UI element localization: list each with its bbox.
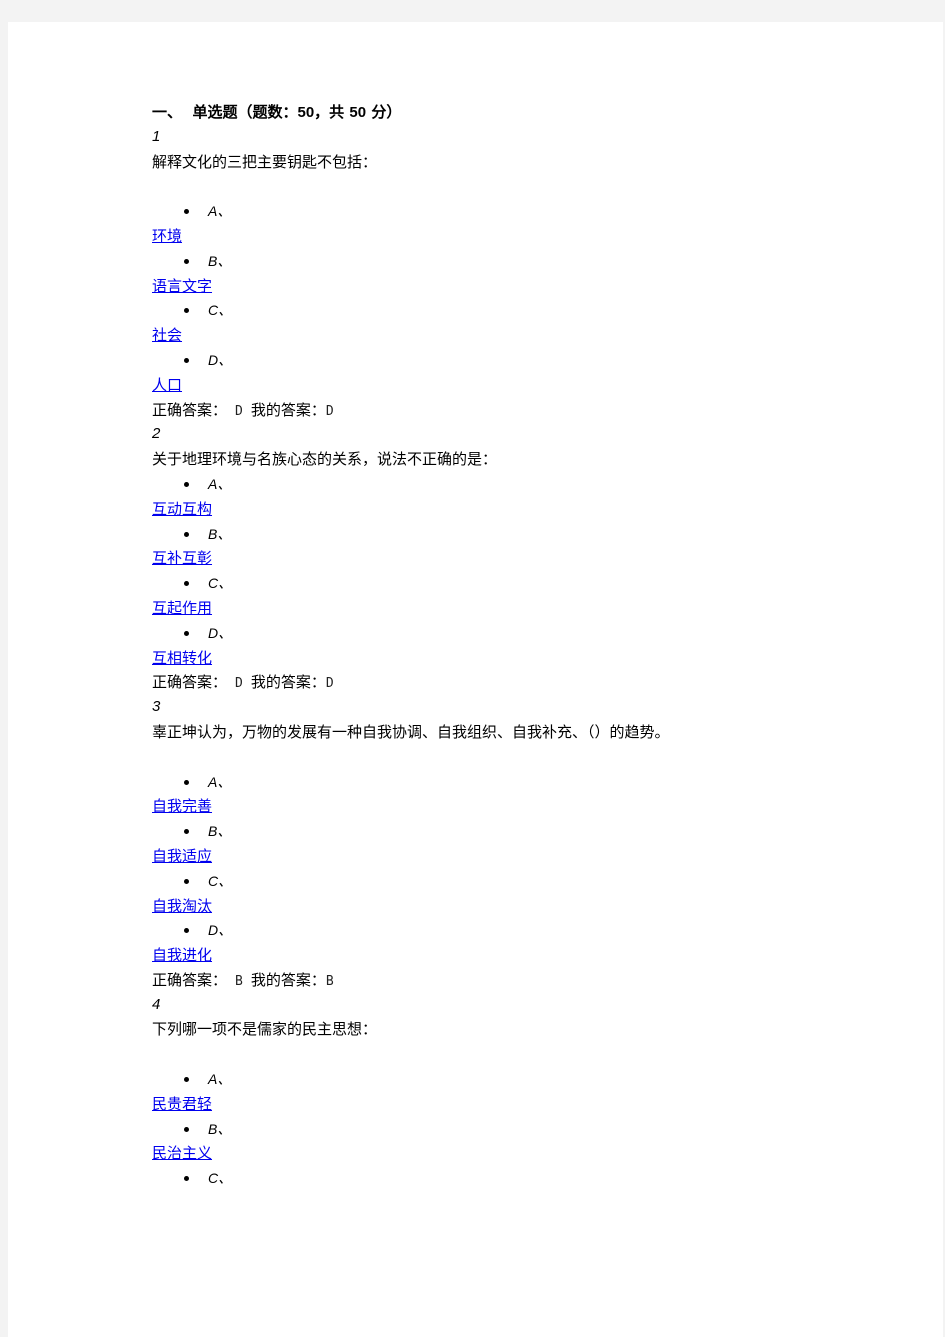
option-d-link[interactable]: 人口 <box>152 376 182 394</box>
option-a: 民贵君轻 <box>152 1092 912 1117</box>
option-bullet-c: C、 <box>152 571 912 596</box>
bullet-icon <box>184 308 189 314</box>
option-d-link[interactable]: 互相转化 <box>152 649 212 667</box>
option-b: 民治主义 <box>152 1141 912 1166</box>
bullet-icon <box>184 1077 189 1083</box>
document-page: 一、 单选题（题数：50，共 50 分） 1 解释文化的三把主要钥匙不包括： A… <box>8 22 943 1337</box>
option-bullet-d: D、 <box>152 348 912 373</box>
option-c: 互起作用 <box>152 596 912 621</box>
option-b: 互补互彰 <box>152 546 912 571</box>
option-bullet-d: D、 <box>152 918 912 943</box>
my-answer: D <box>325 403 334 419</box>
question-number: 3 <box>152 698 161 716</box>
bullet-icon <box>184 1126 189 1132</box>
section-prefix: 一、 <box>152 103 183 121</box>
option-d-link[interactable]: 自我进化 <box>152 946 212 964</box>
question-text: 关于地理环境与名族心态的关系，说法不正确的是： <box>152 450 498 469</box>
bullet-icon <box>184 630 189 636</box>
bullet-icon <box>184 928 189 934</box>
bullet-icon <box>184 531 189 537</box>
option-a: 环境 <box>152 224 912 249</box>
option-b-link[interactable]: 民治主义 <box>152 1144 212 1162</box>
question-number: 2 <box>152 425 161 443</box>
document-content: 一、 单选题（题数：50，共 50 分） 1 解释文化的三把主要钥匙不包括： A… <box>152 100 912 1191</box>
bullet-icon <box>184 481 189 487</box>
option-bullet-b: B、 <box>152 819 912 844</box>
bullet-icon <box>184 779 189 785</box>
bullet-icon <box>184 209 189 215</box>
bullet-icon <box>184 829 189 835</box>
correct-answer: B <box>235 973 243 989</box>
bullet-icon <box>184 1176 189 1182</box>
option-c: 自我淘汰 <box>152 894 912 919</box>
question-2: 2 关于地理环境与名族心态的关系，说法不正确的是： A、 互动互构 B、 互补互… <box>152 422 912 695</box>
option-bullet-a: A、 <box>152 472 912 497</box>
answer-line: 正确答案： D 我的答案：D <box>152 673 334 692</box>
option-a: 自我完善 <box>152 794 912 819</box>
question-1: 1 解释文化的三把主要钥匙不包括： A、 环境 B、 语言文字 C、 社会 D、… <box>152 125 912 423</box>
option-bullet-a: A、 <box>152 770 912 795</box>
option-a-link[interactable]: 互动互构 <box>152 500 212 518</box>
bullet-icon <box>184 878 189 884</box>
option-bullet-a: A、 <box>152 199 912 224</box>
option-b-link[interactable]: 自我适应 <box>152 847 212 865</box>
correct-answer: D <box>235 403 243 419</box>
option-c: 社会 <box>152 323 912 348</box>
option-a-link[interactable]: 自我完善 <box>152 797 212 815</box>
answer-line: 正确答案： D 我的答案：D <box>152 400 334 419</box>
question-4: 4 下列哪一项不是儒家的民主思想： A、 民贵君轻 B、 民治主义 C、 <box>152 993 912 1191</box>
option-a: 互动互构 <box>152 497 912 522</box>
option-c-link[interactable]: 社会 <box>152 326 182 344</box>
option-c-link[interactable]: 自我淘汰 <box>152 897 212 915</box>
option-c-link[interactable]: 互起作用 <box>152 599 212 617</box>
option-b-link[interactable]: 语言文字 <box>152 277 212 295</box>
section-title: 一、 单选题（题数：50，共 50 分） <box>152 103 402 121</box>
answer-line: 正确答案： B 我的答案：B <box>152 970 334 989</box>
option-bullet-a: A、 <box>152 1067 912 1092</box>
question-text: 辜正坤认为，万物的发展有一种自我协调、自我组织、自我补充、（）的趋势。 <box>152 722 670 741</box>
question-count: 50 <box>297 104 315 121</box>
question-number: 4 <box>152 995 161 1013</box>
question-number: 1 <box>152 127 161 145</box>
question-text: 下列哪一项不是儒家的民主思想： <box>152 1020 378 1039</box>
correct-answer: D <box>235 676 243 692</box>
option-bullet-c: C、 <box>152 298 912 323</box>
option-bullet-c: C、 <box>152 869 912 894</box>
total-score: 50 <box>349 104 367 121</box>
option-bullet-c: C、 <box>152 1166 912 1191</box>
option-d: 互相转化 <box>152 646 912 671</box>
question-3: 3 辜正坤认为，万物的发展有一种自我协调、自我组织、自我补充、（）的趋势。 A、… <box>152 695 912 993</box>
my-answer: D <box>325 676 334 692</box>
option-b-link[interactable]: 互补互彰 <box>152 549 212 567</box>
option-bullet-b: B、 <box>152 1117 912 1142</box>
my-answer: B <box>325 973 334 989</box>
option-bullet-b: B、 <box>152 249 912 274</box>
option-b: 语言文字 <box>152 274 912 299</box>
option-a-link[interactable]: 民贵君轻 <box>152 1095 212 1113</box>
option-a-link[interactable]: 环境 <box>152 227 182 245</box>
bullet-icon <box>184 357 189 363</box>
bullet-icon <box>184 258 189 264</box>
option-d: 人口 <box>152 373 912 398</box>
question-text: 解释文化的三把主要钥匙不包括： <box>152 152 378 171</box>
option-d: 自我进化 <box>152 943 912 968</box>
option-bullet-d: D、 <box>152 621 912 646</box>
option-bullet-b: B、 <box>152 522 912 547</box>
bullet-icon <box>184 581 189 587</box>
option-b: 自我适应 <box>152 844 912 869</box>
